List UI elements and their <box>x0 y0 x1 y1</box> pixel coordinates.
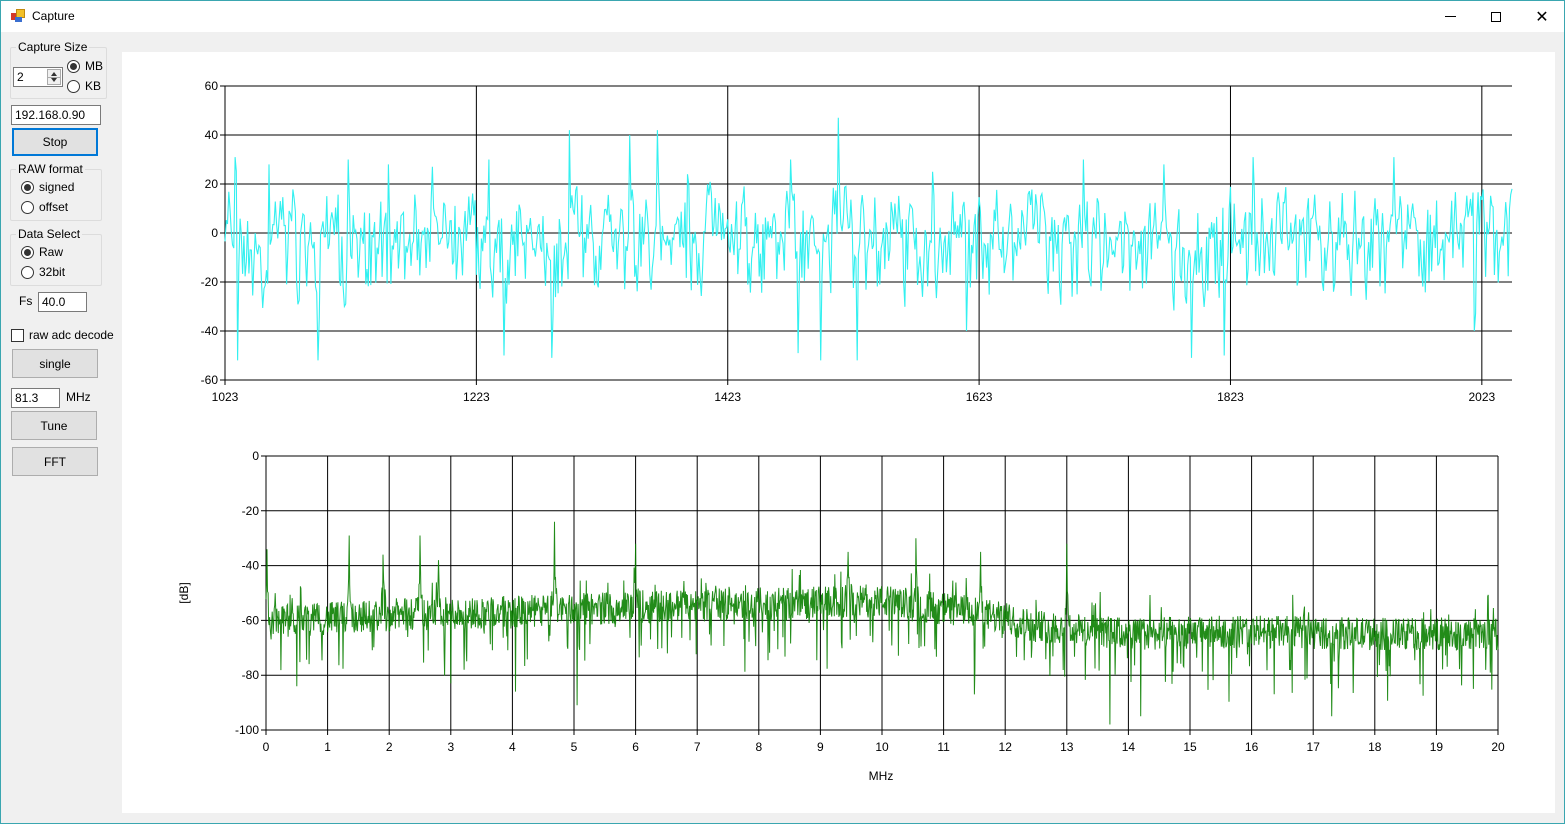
y-tick-label: -20 <box>242 504 260 518</box>
x-tick-label: 1 <box>324 740 331 754</box>
x-tick-label: 18 <box>1368 740 1382 754</box>
y-tick-label: -60 <box>201 373 219 387</box>
y-tick-label: 0 <box>211 226 218 240</box>
y-tick-label: -60 <box>242 613 260 627</box>
x-tick-label: 1223 <box>463 390 490 404</box>
x-tick-label: 0 <box>263 740 270 754</box>
x-tick-label: 5 <box>571 740 578 754</box>
x-tick-label: 2 <box>386 740 393 754</box>
y-tick-label: -80 <box>242 668 260 682</box>
spectrum-chart: 0-20-40-60-80-1000 1 2 3 4 5 6 7 8 9 10 11 12 13 14 15 1… <box>177 449 1505 783</box>
y-tick-label: -100 <box>235 723 259 737</box>
capture-window: Capture ✕ Capture Size 2 MB KB Stop RAW … <box>0 0 1565 824</box>
y-tick-label: 20 <box>205 177 219 191</box>
x-tick-label: 10 <box>875 740 889 754</box>
x-tick-label: 4 <box>509 740 516 754</box>
x-tick-label: 15 <box>1183 740 1197 754</box>
x-tick-label: 1623 <box>966 390 993 404</box>
x-tick-label: 3 <box>447 740 454 754</box>
x-tick-label: 7 <box>694 740 701 754</box>
x-tick-label: 8 <box>755 740 762 754</box>
time-domain-chart: 60 40 20 0 -20 -40 -60 1023 1223 1423 1623 1823 2023 <box>201 79 1513 404</box>
x-tick-label: 14 <box>1122 740 1136 754</box>
charts-canvas: 6040200-20-40-601023 1223 1423 1623 1823 2023… <box>177 79 1513 783</box>
x-tick-label: 17 <box>1307 740 1321 754</box>
y-tick-label: 40 <box>205 128 219 142</box>
y-tick-label: -40 <box>201 324 219 338</box>
x-tick-label: 20 <box>1491 740 1505 754</box>
x-tick-label: 16 <box>1245 740 1259 754</box>
x-tick-label: 9 <box>817 740 824 754</box>
y-tick-label: -20 <box>201 275 219 289</box>
x-tick-label: 1023 <box>212 390 239 404</box>
x-axis-label: MHz <box>869 769 894 783</box>
x-tick-label: 13 <box>1060 740 1074 754</box>
x-tick-label: 1823 <box>1217 390 1244 404</box>
time-series-line <box>224 117 1513 361</box>
x-tick-label: 19 <box>1430 740 1444 754</box>
x-tick-label: 6 <box>632 740 639 754</box>
x-tick-label: 12 <box>999 740 1013 754</box>
y-axis-label: [dB] <box>177 582 191 603</box>
y-tick-label: -40 <box>242 559 260 573</box>
y-tick-label: 0 <box>252 449 259 463</box>
x-tick-label: 1423 <box>714 390 741 404</box>
y-tick-label: 60 <box>205 79 219 93</box>
x-tick-label: 11 <box>937 740 950 754</box>
x-tick-label: 2023 <box>1468 390 1495 404</box>
